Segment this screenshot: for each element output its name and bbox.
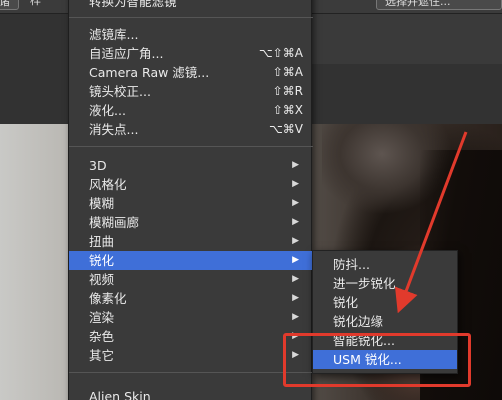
submenu-arrow-icon: ▶ (292, 160, 299, 170)
menu-item-other[interactable]: 其它 ▶ (69, 346, 313, 365)
workspace-panel (312, 14, 502, 64)
shortcut-label: ⇧⌘X (272, 103, 303, 117)
menu-item-convert-smart-filter[interactable]: 转换为智能滤镜 (69, 0, 313, 11)
submenu-item-sharpen[interactable]: 锐化 (313, 293, 457, 312)
annotation-highlight-box (283, 333, 471, 387)
menu-item-blur-gallery[interactable]: 模糊画廊 ▶ (69, 213, 313, 232)
menu-item-adaptive-wide-angle[interactable]: 自适应广角... ⌥⇧⌘A (69, 44, 313, 63)
toolbar-label-partial: 样 (30, 0, 41, 7)
submenu-item-sharpen-more[interactable]: 进一步锐化 (313, 274, 457, 293)
submenu-arrow-icon: ▶ (292, 293, 299, 303)
shortcut-label: ⌥⇧⌘A (258, 46, 303, 60)
menu-separator (69, 146, 313, 147)
submenu-arrow-icon: ▶ (292, 255, 299, 265)
menu-item-distort[interactable]: 扭曲 ▶ (69, 232, 313, 251)
submenu-arrow-icon: ▶ (292, 198, 299, 208)
select-and-mask-button[interactable]: 选择并遮住... (376, 0, 502, 10)
submenu-arrow-icon: ▶ (292, 179, 299, 189)
menu-item-vanishing-point[interactable]: 消失点... ⌥⌘V (69, 120, 313, 139)
menu-item-camera-raw[interactable]: Camera Raw 滤镜... ⇧⌘A (69, 63, 313, 82)
submenu-arrow-icon: ▶ (292, 236, 299, 246)
menu-separator (69, 17, 313, 18)
menu-item-render[interactable]: 渲染 ▶ (69, 308, 313, 327)
menu-item-pixelate[interactable]: 像素化 ▶ (69, 289, 313, 308)
menu-item-blur[interactable]: 模糊 ▶ (69, 194, 313, 213)
submenu-item-sharpen-edges[interactable]: 锐化边缘 (313, 312, 457, 331)
submenu-arrow-icon: ▶ (292, 217, 299, 227)
shortcut-label: ⌥⌘V (268, 122, 303, 136)
toolbar-button-left[interactable]: 诸 (0, 0, 19, 10)
shortcut-label: ⇧⌘A (272, 65, 303, 79)
shortcut-label: ⇧⌘R (272, 84, 303, 98)
menu-item-3d[interactable]: 3D ▶ (69, 156, 313, 175)
menu-separator (69, 372, 313, 373)
menu-item-stylize[interactable]: 风格化 ▶ (69, 175, 313, 194)
menu-item-sharpen[interactable]: 锐化 ▶ (69, 251, 313, 270)
menu-item-video[interactable]: 视频 ▶ (69, 270, 313, 289)
submenu-arrow-icon: ▶ (292, 274, 299, 284)
menu-item-alien-skin[interactable]: Alien Skin (69, 387, 313, 400)
menu-item-filter-gallery[interactable]: 滤镜库... (69, 25, 313, 44)
submenu-item-shake-reduction[interactable]: 防抖... (313, 255, 457, 274)
menu-item-liquify[interactable]: 液化... ⇧⌘X (69, 101, 313, 120)
submenu-arrow-icon: ▶ (292, 312, 299, 322)
filter-menu: 转换为智能滤镜 滤镜库... 自适应广角... ⌥⇧⌘A Camera Raw 滤… (68, 0, 313, 400)
menu-item-lens-correction[interactable]: 镜头校正... ⇧⌘R (69, 82, 313, 101)
menu-item-noise[interactable]: 杂色 ▶ (69, 327, 313, 346)
